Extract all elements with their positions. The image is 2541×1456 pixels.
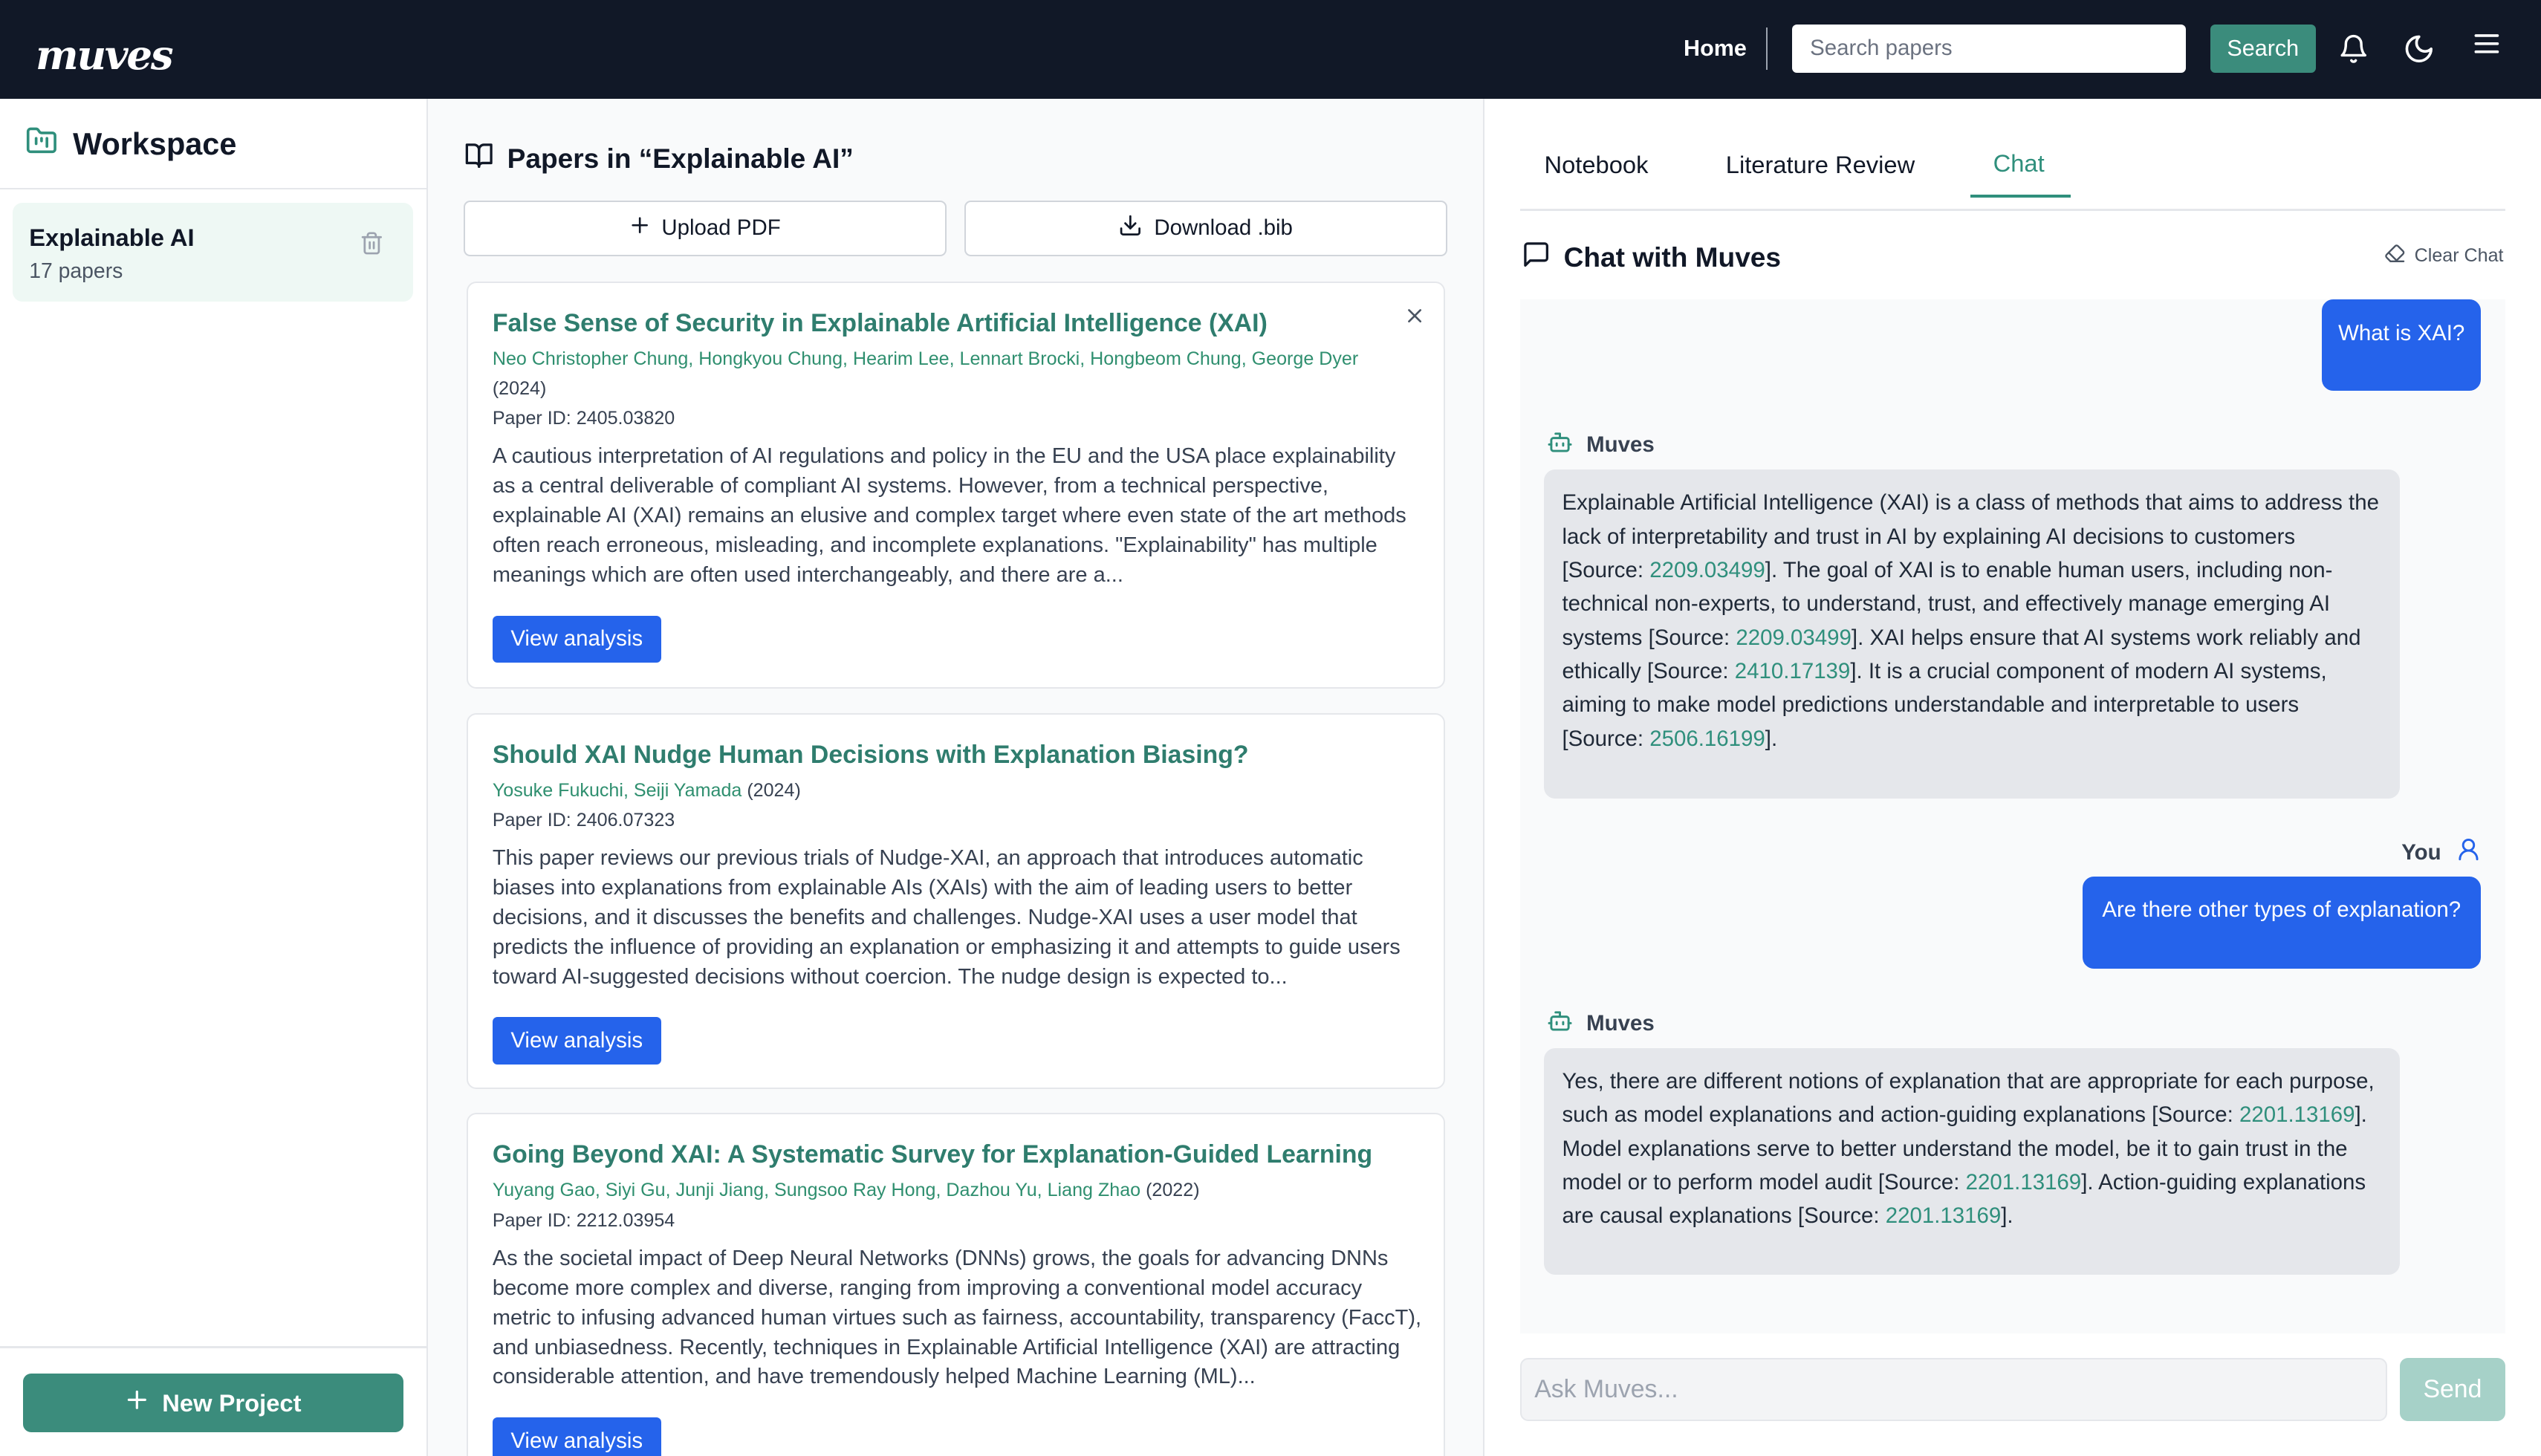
divider xyxy=(0,187,426,190)
paper-card: Going Beyond XAI: A Systematic Survey fo… xyxy=(467,1113,1446,1456)
paper-meta: Neo Christopher Chung, Hongkyou Chung, H… xyxy=(493,345,1424,403)
paper-abstract: This paper reviews our previous trials o… xyxy=(492,846,1401,989)
plus-icon xyxy=(629,215,650,241)
bot-message: Yes, there are different notions of expl… xyxy=(1544,1048,2401,1275)
paper-abstract: A cautious interpretation of AI regulati… xyxy=(492,444,1406,587)
user-message: What is XAI? xyxy=(2322,299,2482,391)
download-bib-button[interactable]: Download .bib xyxy=(964,201,1447,256)
clear-chat-button[interactable]: Clear Chat xyxy=(2383,243,2504,269)
chat-header: Chat with Muves xyxy=(1522,240,1781,276)
paper-title[interactable]: False Sense of Security in Explainable A… xyxy=(493,309,1268,338)
view-analysis-button[interactable]: View analysis xyxy=(492,615,661,663)
chat-panel: Notebook Literature Review Chat Chat wit… xyxy=(1484,99,2541,1456)
source-link[interactable]: 2209.03499 xyxy=(1649,558,1765,582)
paper-title[interactable]: Should XAI Nudge Human Decisions with Ex… xyxy=(493,741,1249,770)
bot-message: Explainable Artificial Intelligence (XAI… xyxy=(1544,469,2401,799)
download-icon xyxy=(1118,213,1143,244)
search-input[interactable] xyxy=(1792,24,2187,74)
view-analysis-button[interactable]: View analysis xyxy=(492,1417,661,1456)
paper-meta: Yuyang Gao, Siyi Gu, Junji Jiang, Sungso… xyxy=(493,1176,1424,1205)
source-link[interactable]: 2201.13169 xyxy=(2239,1102,2355,1127)
workspace-sidebar: Workspace Explainable AI 17 papers New P… xyxy=(0,99,428,1456)
source-link[interactable]: 2201.13169 xyxy=(1886,1203,2002,1228)
nav-divider xyxy=(1766,27,1768,70)
eraser-icon xyxy=(2383,243,2407,269)
chat-messages[interactable]: What is XAI? Muves Explainable Artificia… xyxy=(1519,299,2505,1333)
bot-icon xyxy=(1546,1008,1574,1040)
paper-authors[interactable]: Neo Christopher Chung, Hongkyou Chung, H… xyxy=(493,348,1358,369)
chat-input[interactable] xyxy=(1519,1357,2387,1421)
user-label: You xyxy=(2401,836,2482,869)
user-icon xyxy=(2456,836,2482,869)
divider xyxy=(1519,209,2505,211)
upload-pdf-label: Upload PDF xyxy=(661,215,781,241)
papers-panel: Papers in “Explainable AI” Upload PDF Do… xyxy=(427,99,1484,1456)
trash-icon[interactable] xyxy=(360,230,384,263)
paper-title[interactable]: Going Beyond XAI: A Systematic Survey fo… xyxy=(493,1140,1372,1169)
muves-logo[interactable]: muves xyxy=(36,32,174,78)
source-link[interactable]: 2506.16199 xyxy=(1649,727,1765,751)
workspace-title: Workspace xyxy=(73,126,237,162)
bell-icon[interactable] xyxy=(2338,33,2369,72)
papers-header: Papers in “Explainable AI” xyxy=(464,141,854,177)
paper-card: Should XAI Nudge Human Decisions with Ex… xyxy=(467,712,1446,1089)
paper-id: Paper ID: 2212.03954 xyxy=(492,1210,675,1231)
bot-label: Muves xyxy=(1546,1008,1655,1040)
close-icon[interactable] xyxy=(1405,303,1424,333)
bot-name: Muves xyxy=(1586,1011,1655,1036)
divider xyxy=(0,1346,426,1348)
chat-title: Chat with Muves xyxy=(1563,241,1782,273)
source-link[interactable]: 2201.13169 xyxy=(1966,1170,2082,1195)
plus-icon xyxy=(125,1388,149,1418)
folder-kanban-icon xyxy=(25,125,59,164)
top-navigation-bar: muves Home Search xyxy=(0,0,2541,100)
moon-icon[interactable] xyxy=(2403,33,2435,72)
paper-year: (2022) xyxy=(1146,1180,1200,1201)
source-link[interactable]: 2410.17139 xyxy=(1735,659,1851,683)
view-analysis-button[interactable]: View analysis xyxy=(492,1017,661,1065)
project-name: Explainable AI xyxy=(29,223,195,251)
upload-pdf-button[interactable]: Upload PDF xyxy=(463,201,947,256)
paper-id: Paper ID: 2406.07323 xyxy=(492,810,675,831)
paper-year: (2024) xyxy=(492,377,547,399)
project-paper-count: 17 papers xyxy=(29,259,123,283)
home-link[interactable]: Home xyxy=(1684,36,1747,62)
message-text: ]. xyxy=(2001,1203,2013,1229)
clear-chat-label: Clear Chat xyxy=(2414,245,2504,267)
bot-name: Muves xyxy=(1586,432,1655,458)
menu-icon[interactable] xyxy=(2470,27,2504,67)
send-button[interactable]: Send xyxy=(2400,1357,2505,1421)
paper-year: (2024) xyxy=(747,779,801,801)
paper-authors[interactable]: Yosuke Fukuchi, Seiji Yamada xyxy=(493,780,742,801)
user-message: Are there other types of explanation? xyxy=(2082,876,2482,969)
tab-literature-review[interactable]: Literature Review xyxy=(1726,151,1915,179)
search-button[interactable]: Search xyxy=(2210,24,2316,74)
bot-label: Muves xyxy=(1546,429,1655,461)
project-item-explainable-ai[interactable]: Explainable AI 17 papers xyxy=(13,202,414,302)
user-name: You xyxy=(2401,839,2441,865)
paper-authors[interactable]: Yuyang Gao, Siyi Gu, Junji Jiang, Sungso… xyxy=(493,1180,1140,1200)
paper-abstract: As the societal impact of Deep Neural Ne… xyxy=(492,1246,1422,1389)
papers-title: Papers in “Explainable AI” xyxy=(507,143,854,175)
book-open-icon xyxy=(464,141,494,177)
bot-icon xyxy=(1546,429,1574,461)
active-tab-indicator xyxy=(1970,194,2071,198)
workspace-header: Workspace xyxy=(25,125,237,164)
message-text: ]. xyxy=(1765,726,1778,751)
message-square-icon xyxy=(1522,240,1551,276)
source-link[interactable]: 2209.03499 xyxy=(1736,625,1852,650)
tab-notebook[interactable]: Notebook xyxy=(1544,151,1648,179)
paper-meta: Yosuke Fukuchi, Seiji Yamada (2024) xyxy=(493,776,1424,805)
paper-card: False Sense of Security in Explainable A… xyxy=(467,282,1446,689)
tab-chat[interactable]: Chat xyxy=(1993,149,2045,178)
new-project-button[interactable]: New Project xyxy=(22,1374,404,1432)
new-project-label: New Project xyxy=(162,1388,302,1417)
paper-id: Paper ID: 2405.03820 xyxy=(492,408,675,429)
download-bib-label: Download .bib xyxy=(1154,215,1293,241)
